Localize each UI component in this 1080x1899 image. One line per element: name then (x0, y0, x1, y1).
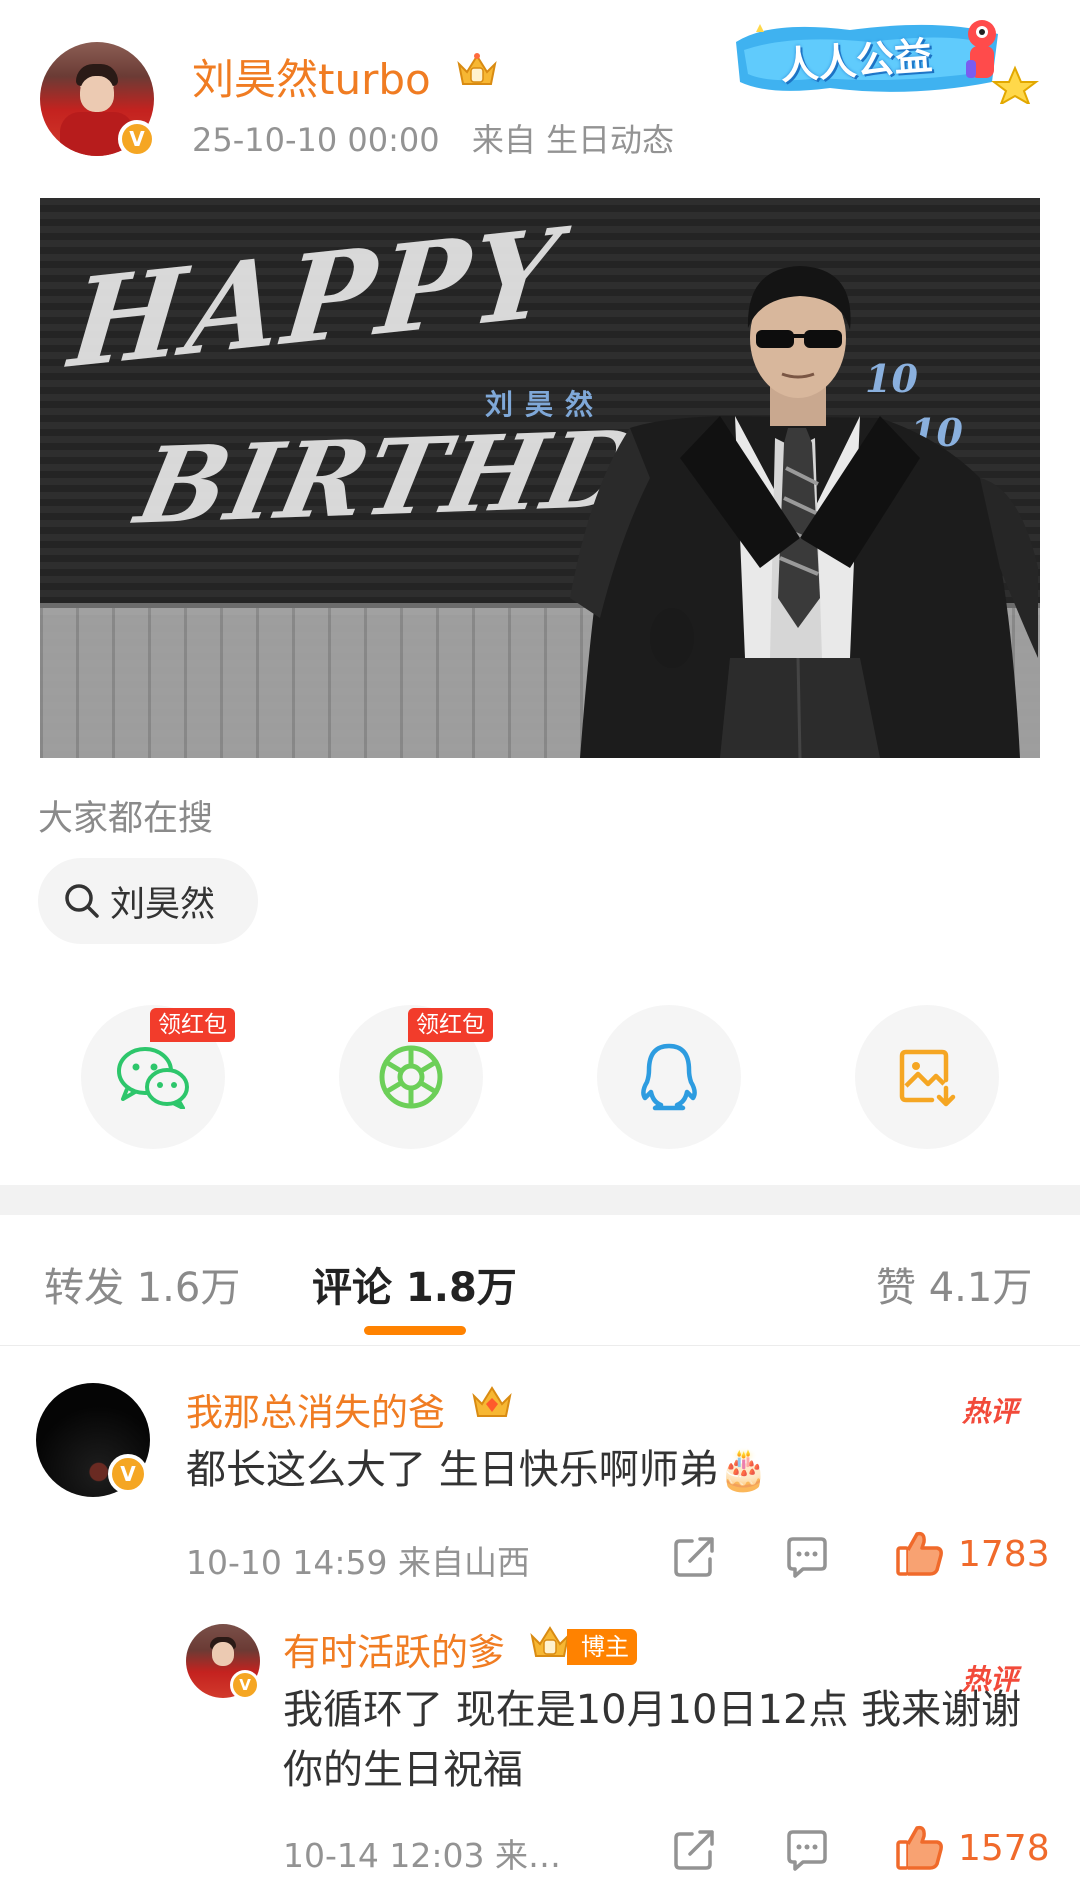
commenter-username[interactable]: 我那总消失的爸 (186, 1382, 445, 1436)
active-tab-indicator (364, 1326, 466, 1335)
post-image[interactable]: HAPPY BIRTHDAY 刘昊然 10 10 (40, 198, 1040, 758)
reply-text: 我循环了 现在是10月10日12点 我来谢谢你的生日祝福 (283, 1687, 1022, 1793)
repost-icon[interactable] (672, 1828, 716, 1872)
like-count: 1783 (958, 1534, 1050, 1575)
wechat-icon (117, 1047, 189, 1109)
tab-repost[interactable]: 转发 1.6万 (44, 1255, 240, 1313)
banner-happy-text: HAPPY (63, 201, 569, 396)
verified-badge-icon: V (230, 1670, 260, 1700)
qq-penguin-icon (641, 1043, 697, 1111)
post-timestamp: 25-10-10 00:00 (192, 121, 440, 159)
like-thumb-icon[interactable] (895, 1822, 945, 1872)
vip-crown-icon (530, 1626, 570, 1657)
weibo-post-page: V 刘昊然turbo 25-10-10 00:00 来自 生日动态 人人公益 H… (0, 0, 1080, 1899)
hot-comment-badge: 热评 (962, 1395, 1019, 1428)
search-chip-label: 刘昊然 (110, 884, 216, 925)
repost-icon[interactable] (672, 1535, 716, 1579)
save-image-button[interactable] (855, 1005, 999, 1149)
tab-like[interactable]: 赞 4.1万 (876, 1255, 1032, 1313)
save-image-icon (899, 1049, 956, 1107)
search-suggestion-chip[interactable]: 刘昊然 (38, 858, 258, 944)
charity-badge[interactable]: 人人公益 (730, 12, 1040, 107)
verified-badge-icon: V (108, 1454, 148, 1494)
comment-text: 都长这么大了 生日快乐啊师弟🎂 (186, 1447, 769, 1493)
post-meta: 25-10-10 00:00 来自 生日动态 (192, 115, 674, 161)
vip-crown-icon (472, 1386, 512, 1417)
share-qq-button[interactable] (597, 1005, 741, 1149)
like-count: 1578 (958, 1828, 1050, 1869)
author-username[interactable]: 刘昊然turbo (192, 46, 431, 107)
comment-meta: 10-10 14:59 来自山西 (186, 1543, 530, 1582)
section-divider (0, 1185, 1080, 1215)
search-icon (65, 884, 99, 918)
reply-comment-icon[interactable] (785, 1535, 829, 1579)
person-figure (570, 266, 1038, 758)
vip-crown-icon (457, 53, 497, 85)
reply-author-username[interactable]: 有时活跃的爹 (283, 1622, 505, 1676)
tabs-divider (0, 1345, 1080, 1346)
like-thumb-icon[interactable] (895, 1528, 945, 1578)
reply-meta: 10-14 12:03 来… (283, 1836, 561, 1875)
reply-comment-icon[interactable] (785, 1828, 829, 1872)
moments-red-packet-tag: 领红包 (408, 1008, 493, 1042)
moments-aperture-icon (379, 1045, 443, 1109)
charity-label: 人人公益 (778, 33, 934, 89)
wechat-red-packet-tag: 领红包 (150, 1008, 235, 1042)
tab-comment[interactable]: 评论 1.8万 (312, 1255, 517, 1313)
post-source[interactable]: 来自 生日动态 (472, 121, 674, 159)
trending-search-title: 大家都在搜 (38, 799, 214, 839)
verified-badge-icon: V (118, 120, 156, 158)
blogger-role-tag: 博主 (567, 1629, 637, 1665)
